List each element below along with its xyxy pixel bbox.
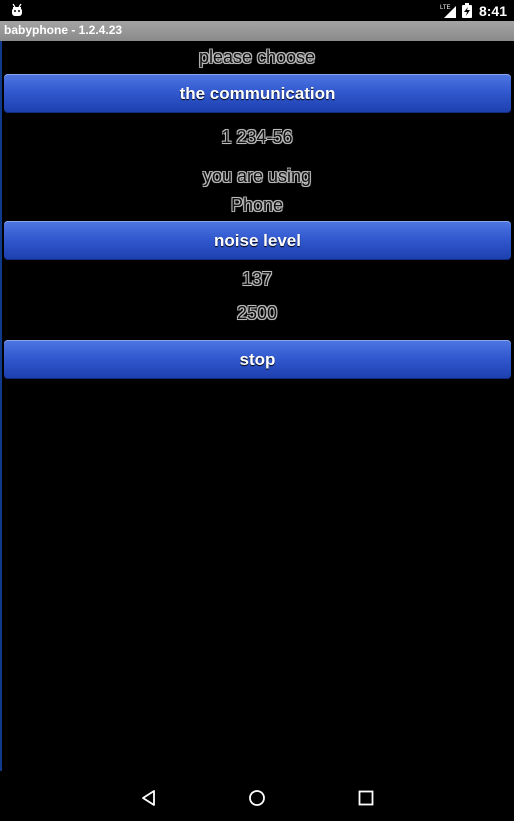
battery-charging-icon: [461, 3, 472, 18]
using-label: you are using: [202, 166, 312, 186]
prompt-label: please choose: [198, 47, 316, 67]
device-label: Phone: [230, 195, 284, 215]
navigation-bar: [0, 771, 514, 821]
noise-level-button[interactable]: noise level: [4, 221, 511, 260]
number-label: 1 234-56: [221, 127, 293, 147]
communication-button[interactable]: the communication: [4, 74, 511, 113]
back-icon[interactable]: [140, 789, 158, 807]
lte-signal-icon: LTE: [440, 5, 456, 18]
recents-icon[interactable]: [357, 789, 375, 807]
noise-value: 137: [241, 269, 273, 289]
stop-button[interactable]: stop: [4, 340, 511, 379]
home-icon[interactable]: [248, 789, 266, 807]
app-title-bar: babyphone - 1.2.4.23: [0, 21, 514, 41]
app-title: babyphone - 1.2.4.23: [4, 23, 123, 37]
clock: 8:41: [478, 2, 507, 19]
status-bar: LTE 8:41: [0, 0, 514, 21]
status-icons: LTE 8:41: [440, 0, 507, 21]
left-edge-divider: [0, 41, 2, 771]
threshold-value: 2500: [236, 303, 278, 323]
main-content: please choose the communication 1 234-56…: [0, 41, 514, 771]
network-type-text: LTE: [440, 5, 451, 11]
android-icon: [12, 3, 22, 16]
